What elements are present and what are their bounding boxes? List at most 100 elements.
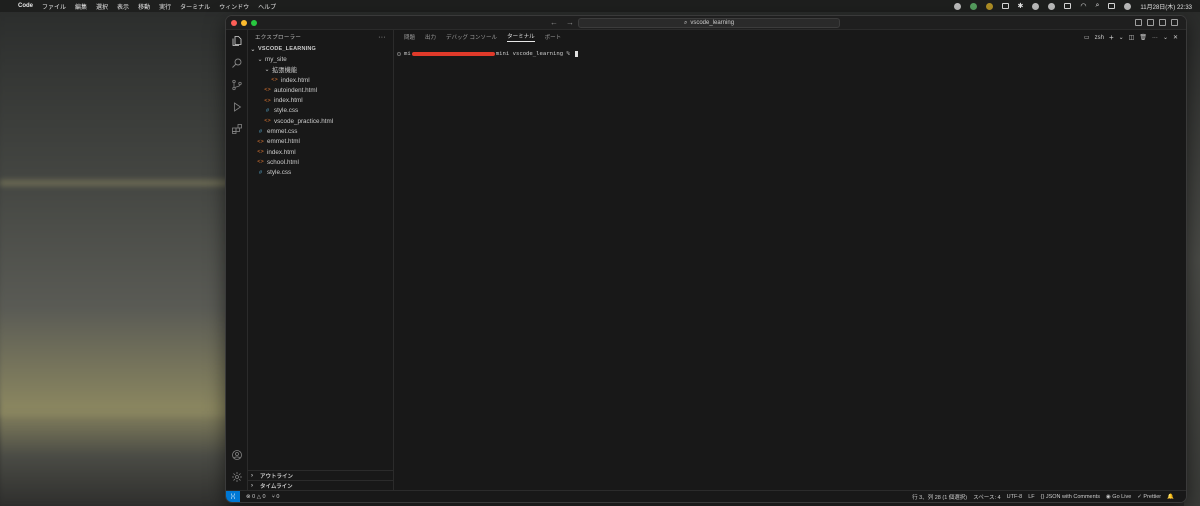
more-actions-icon[interactable]: ···: [1152, 35, 1158, 41]
menu-help[interactable]: ヘルプ: [258, 2, 276, 11]
go-live-button[interactable]: ◉ Go Live: [1106, 494, 1131, 500]
toggle-panel-icon[interactable]: [1147, 19, 1154, 26]
prettier-status[interactable]: ✓ Prettier: [1137, 494, 1161, 500]
zoom-window-button[interactable]: [251, 19, 257, 26]
battery-icon[interactable]: [1001, 3, 1009, 9]
tree-file[interactable]: <> index.html: [248, 75, 393, 85]
tab-debug-console[interactable]: デバッグ コンソール: [446, 33, 497, 41]
toggle-secondary-sidebar-icon[interactable]: [1159, 19, 1166, 26]
tree-folder[interactable]: ⌄ 拡張機能: [248, 65, 393, 75]
tree-folder[interactable]: ⌄ my_site: [248, 54, 393, 64]
css-file-icon: #: [258, 169, 263, 176]
tree-item-label: style.css: [274, 107, 299, 115]
search-icon[interactable]: [230, 56, 244, 70]
css-file-icon: #: [258, 128, 263, 135]
toggle-primary-sidebar-icon[interactable]: [1135, 19, 1142, 26]
spotlight-search-icon[interactable]: ⌕: [1095, 2, 1099, 10]
bell-icon[interactable]: 🔔: [1167, 494, 1174, 500]
arrow-right-icon[interactable]: →: [566, 19, 574, 27]
close-window-button[interactable]: [231, 19, 237, 26]
explorer-sidebar: エクスプローラー ··· ⌄ VSCODE_LEARNING ⌄ my_site ⌄…: [248, 30, 394, 490]
tree-file[interactable]: <> index.html: [248, 95, 393, 105]
split-terminal-icon[interactable]: ◫: [1129, 34, 1135, 41]
explorer-icon[interactable]: [230, 34, 244, 48]
vscode-window: ← → ⌕ vscode_learning エクスプローラー ··· ⌄ VSC…: [226, 16, 1186, 502]
tab-terminal[interactable]: ターミナル: [507, 32, 535, 42]
tree-file[interactable]: # style.css: [248, 168, 393, 178]
customize-layout-icon[interactable]: [1171, 19, 1178, 26]
terminal-shell-name[interactable]: zsh: [1095, 35, 1104, 41]
workspace-root-folder[interactable]: ⌄ VSCODE_LEARNING: [248, 44, 393, 54]
tray-app-icon[interactable]: [1064, 3, 1072, 9]
encoding-status[interactable]: UTF-8: [1007, 494, 1023, 500]
tab-output[interactable]: 出力: [425, 33, 436, 41]
cursor-position[interactable]: 行 3、列 28 (1 個選択): [912, 493, 967, 501]
tray-app-icon[interactable]: [985, 2, 993, 10]
tab-ports[interactable]: ポート: [545, 33, 562, 41]
tree-file[interactable]: <> emmet.html: [248, 137, 393, 147]
prompt-suffix: mini vscode_learning %: [495, 51, 574, 57]
play-icon[interactable]: [1048, 2, 1056, 10]
control-center-icon[interactable]: [1108, 3, 1116, 9]
chevron-down-icon[interactable]: ⌄: [1163, 34, 1168, 41]
ports-status[interactable]: ⑂ 0: [272, 494, 280, 500]
tree-file[interactable]: <> vscode_practice.html: [248, 116, 393, 126]
explorer-title: エクスプローラー: [255, 35, 302, 41]
sidebar-bottom-sections: › アウトライン › タイムライン: [248, 470, 393, 490]
arrow-left-icon[interactable]: ←: [550, 19, 558, 27]
bluetooth-icon[interactable]: ✱: [1018, 2, 1024, 10]
gear-icon[interactable]: [230, 470, 244, 484]
menu-edit[interactable]: 編集: [75, 2, 87, 11]
menu-go[interactable]: 移動: [138, 2, 150, 11]
menu-run[interactable]: 実行: [159, 2, 171, 11]
close-panel-icon[interactable]: ✕: [1173, 34, 1178, 41]
source-control-icon[interactable]: [230, 78, 244, 92]
tree-file[interactable]: # emmet.css: [248, 126, 393, 136]
outline-section[interactable]: › アウトライン: [248, 470, 393, 480]
tree-file[interactable]: <> school.html: [248, 157, 393, 167]
tray-app-icon[interactable]: [1032, 2, 1040, 10]
menu-window[interactable]: ウィンドウ: [219, 2, 249, 11]
menu-view[interactable]: 表示: [117, 2, 129, 11]
tree-item-label: autoindent.html: [274, 86, 318, 94]
problems-status[interactable]: ⊗ 0 △ 0: [246, 494, 266, 500]
tray-app-icon[interactable]: [969, 2, 977, 10]
tree-file[interactable]: <> autoindent.html: [248, 85, 393, 95]
menubar-tray: ✱ ◠ ⌕ 11月28日(木) 22:33: [953, 2, 1192, 11]
run-debug-icon[interactable]: [230, 100, 244, 114]
tree-item-label: emmet.css: [267, 128, 298, 136]
warning-count: 0: [262, 493, 266, 500]
terminal-prompt-line[interactable]: mi mini vscode_learning %: [397, 51, 579, 57]
html-file-icon: <>: [264, 118, 271, 125]
error-count: 0: [252, 493, 256, 500]
more-actions-icon[interactable]: ···: [378, 34, 386, 41]
menu-app-code[interactable]: Code: [18, 3, 33, 9]
search-icon: ⌕: [683, 19, 688, 26]
menu-terminal[interactable]: ターミナル: [180, 2, 210, 11]
chevron-down-icon[interactable]: ⌄: [1119, 34, 1124, 41]
language-mode-label: JSON with Comments: [1045, 493, 1100, 500]
titlebar: ← → ⌕ vscode_learning: [226, 16, 1186, 30]
tab-problems[interactable]: 問題: [404, 33, 415, 41]
siri-icon[interactable]: [1124, 2, 1132, 10]
timeline-section[interactable]: › タイムライン: [248, 480, 393, 490]
remote-indicator-icon[interactable]: ⟩⟨: [226, 490, 240, 502]
tray-app-icon[interactable]: [953, 2, 961, 10]
minimize-window-button[interactable]: [241, 19, 247, 26]
menu-file[interactable]: ファイル: [42, 2, 66, 11]
tree-file[interactable]: # style.css: [248, 106, 393, 116]
new-terminal-icon[interactable]: +: [1109, 33, 1114, 42]
menubar-clock[interactable]: 11月28日(木) 22:33: [1140, 2, 1192, 11]
eol-status[interactable]: LF: [1028, 494, 1034, 500]
tree-file[interactable]: <> index.html: [248, 147, 393, 157]
command-center-search[interactable]: ⌕ vscode_learning: [578, 18, 840, 28]
menu-selection[interactable]: 選択: [96, 2, 108, 11]
wifi-icon[interactable]: ◠: [1080, 2, 1086, 10]
indentation-status[interactable]: スペース: 4: [973, 493, 1000, 501]
extensions-icon[interactable]: [230, 122, 244, 136]
language-mode[interactable]: {} JSON with Comments: [1041, 494, 1100, 500]
html-file-icon: <>: [264, 87, 271, 94]
account-icon[interactable]: [230, 448, 244, 462]
chevron-down-icon: ⌄: [257, 56, 263, 63]
trash-icon[interactable]: 🗑: [1139, 34, 1147, 41]
